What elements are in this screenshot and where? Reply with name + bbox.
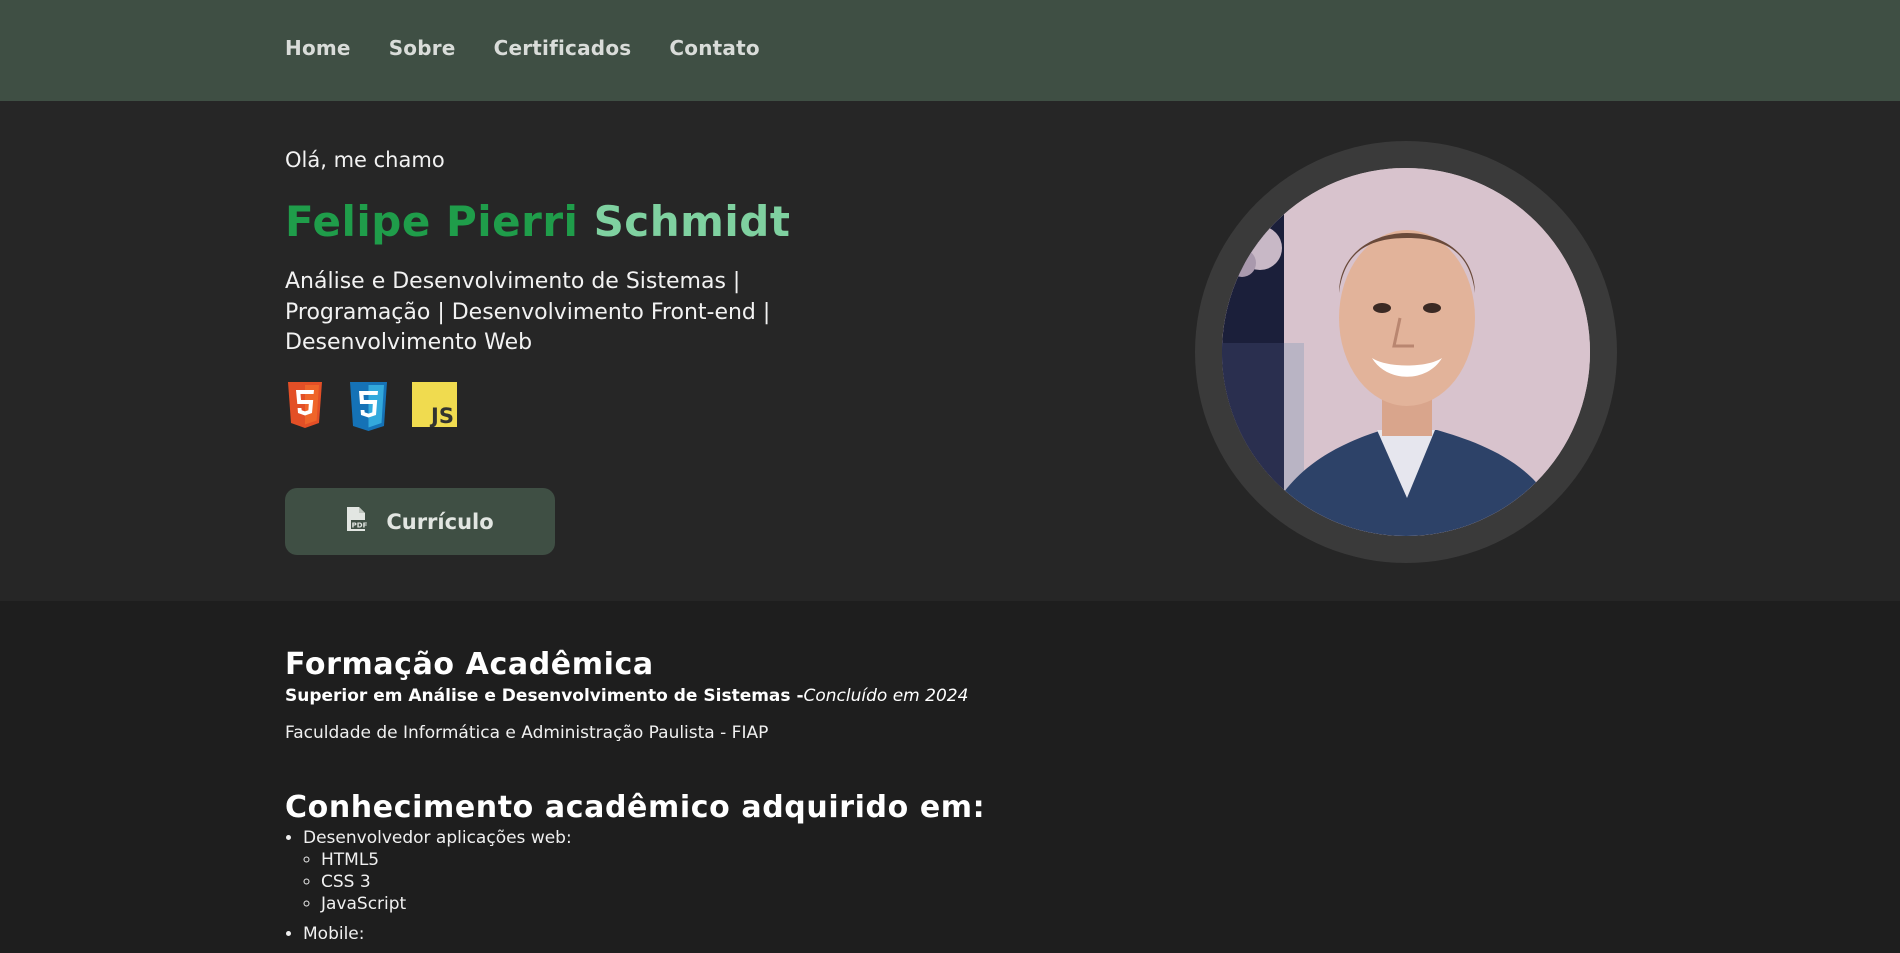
javascript-icon: JS — [412, 382, 457, 427]
svg-text:PDF: PDF — [352, 522, 368, 530]
css3-icon — [347, 382, 390, 432]
nav-item-contato[interactable]: Contato — [669, 36, 759, 60]
name-first: Felipe Pierri — [285, 197, 579, 246]
degree-name: Superior em Análise e Desenvolvimento de… — [285, 686, 804, 706]
tech-icons: JS — [285, 382, 457, 432]
list-item-label: Mobile: — [303, 924, 365, 944]
list-item-label: Desenvolvedor aplicações web: — [303, 828, 572, 848]
nav-item-home[interactable]: Home — [285, 36, 351, 60]
top-nav: Home Sobre Certificados Contato — [0, 0, 1900, 101]
pdf-file-icon: PDF — [346, 506, 369, 537]
person-name: Felipe Pierri Schmidt — [285, 197, 790, 246]
list-item: Desenvolvedor aplicações web: HTML5 CSS … — [303, 827, 572, 915]
degree-status: Concluído em 2024 — [803, 686, 969, 706]
svg-text:JS: JS — [429, 404, 454, 427]
profile-photo-frame — [1195, 141, 1617, 563]
hero-section: Olá, me chamo Felipe Pierri Schmidt Anál… — [0, 101, 1900, 601]
knowledge-list: Desenvolvedor aplicações web: HTML5 CSS … — [285, 827, 572, 953]
nav-item-certificados[interactable]: Certificados — [494, 36, 632, 60]
greeting-text: Olá, me chamo — [285, 148, 445, 172]
profile-photo — [1222, 168, 1590, 536]
degree-line: Superior em Análise e Desenvolvimento de… — [285, 686, 968, 706]
nav-menu: Home Sobre Certificados Contato — [285, 36, 760, 60]
nav-item-sobre[interactable]: Sobre — [389, 36, 456, 60]
html5-icon — [285, 382, 325, 429]
cv-download-button[interactable]: PDF Currículo — [285, 488, 555, 555]
sub-list-item: HTML5 — [321, 849, 572, 871]
education-title: Formação Acadêmica — [285, 647, 654, 682]
sub-list: HTML5 CSS 3 JavaScript — [303, 849, 572, 915]
name-last: Schmidt — [593, 197, 791, 246]
sub-list-item: CSS 3 — [321, 871, 572, 893]
sub-list-item: JavaScript — [321, 893, 572, 915]
school-name: Faculdade de Informática e Administração… — [285, 723, 769, 743]
knowledge-title: Conhecimento acadêmico adquirido em: — [285, 790, 986, 825]
roles-text: Análise e Desenvolvimento de Sistemas | … — [285, 269, 771, 355]
list-item: Mobile: — [303, 923, 572, 945]
cv-button-label: Currículo — [386, 509, 494, 534]
